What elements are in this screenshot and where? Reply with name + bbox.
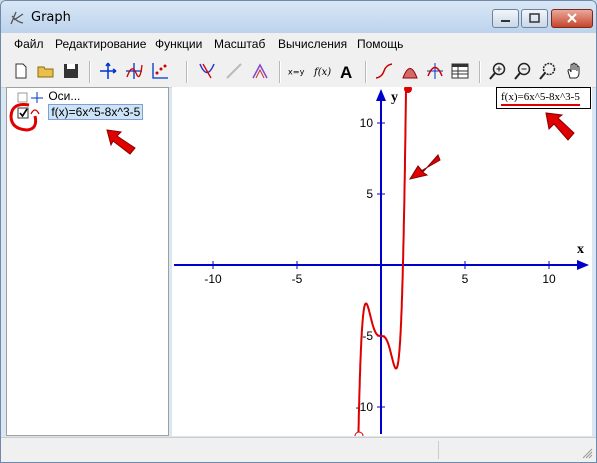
menu-edit[interactable]: Редактирование [55, 37, 146, 51]
graph-area[interactable]: -10 -5 5 10 10 5 -5 -10 x y [172, 85, 592, 441]
menu-zoom[interactable]: Масштаб [214, 37, 265, 51]
curve-endpoint-bottom [354, 431, 364, 441]
annotation-circle [9, 103, 38, 132]
minimize-button[interactable] [492, 9, 519, 28]
inserted-curve-button[interactable] [374, 61, 394, 81]
insert-function-icon [126, 63, 143, 79]
relation-icon [402, 68, 418, 79]
y-tick-label: 10 [360, 116, 374, 130]
new-file-icon [15, 63, 27, 79]
save-button[interactable] [61, 61, 81, 81]
axes-move-icon [100, 62, 117, 79]
pan-hand-icon [567, 62, 580, 79]
inserted-curve-icon [375, 63, 393, 79]
relation-button[interactable] [400, 61, 420, 81]
new-button[interactable] [11, 61, 31, 81]
x-axis-arrow [577, 260, 589, 270]
annotation-arrow-icon [106, 129, 136, 155]
insert-points-icon [152, 63, 168, 79]
y-axis-arrow [376, 89, 386, 101]
legend-annotation-arrow-icon [545, 112, 575, 141]
zoom-in-button[interactable] [488, 61, 508, 81]
zoom-window-icon [539, 62, 556, 80]
evaluate-button[interactable] [425, 61, 445, 81]
x-tick-label: -10 [204, 272, 222, 286]
axes-button[interactable] [98, 61, 118, 81]
shading-icon [226, 63, 242, 79]
insert-points-button[interactable] [150, 61, 170, 81]
app-window: Graph Файл Редактирование Функции Масшта… [0, 0, 597, 463]
legend-label: f(x)=6x^5-8x^3-5 [501, 91, 580, 106]
menu-functions[interactable]: Функции [155, 37, 202, 51]
maximize-button[interactable] [521, 9, 548, 28]
graph-app-icon [10, 11, 24, 25]
table-button[interactable] [450, 61, 470, 81]
curve-annotation-arrow-icon [408, 154, 441, 180]
pan-button[interactable] [564, 61, 584, 81]
menu-file[interactable]: Файл [14, 37, 44, 51]
tangent-icon [199, 63, 215, 79]
title-bar[interactable]: Graph [1, 1, 596, 33]
open-folder-icon [37, 66, 54, 78]
insert-function-button[interactable] [124, 61, 144, 81]
minimize-icon [501, 20, 510, 22]
y-tick-label: -5 [362, 329, 373, 343]
svg-text:x=y: x=y [288, 67, 305, 77]
save-icon [64, 64, 78, 78]
shading-button[interactable] [224, 61, 244, 81]
close-button[interactable] [551, 9, 593, 28]
maximize-icon [529, 13, 540, 23]
resize-grip-icon[interactable] [581, 447, 593, 459]
zoom-out-button[interactable] [513, 61, 533, 81]
status-divider [438, 441, 439, 459]
zoom-in-icon [489, 62, 506, 80]
xy-label-icon: x=y [288, 67, 305, 77]
menu-bar: Файл Редактирование Функции Масштаб Вычи… [1, 33, 596, 55]
graph-canvas[interactable]: -10 -5 5 10 105-5-10 x y [172, 85, 592, 441]
close-icon [567, 13, 577, 23]
svg-text:A: A [340, 63, 352, 81]
zoom-window-button[interactable] [538, 61, 558, 81]
x-tick-label: 5 [462, 272, 469, 286]
text-button[interactable]: A [338, 61, 358, 81]
toolbar: x=y f(x) A [1, 55, 596, 88]
window-title: Graph [31, 10, 71, 25]
function-list-panel: Оси... f(x)=6x^5-8x^3-5 [6, 87, 169, 436]
status-bar [1, 437, 596, 462]
zoom-out-icon [514, 62, 531, 80]
xy-label-button[interactable]: x=y [287, 61, 309, 81]
open-button[interactable] [36, 61, 56, 81]
x-tick-label: 10 [542, 272, 556, 286]
fx-icon: f(x) [313, 67, 331, 78]
menu-calculations[interactable]: Вычисления [278, 37, 347, 51]
menu-help[interactable]: Помощь [357, 37, 403, 51]
x-axis-label: x [577, 242, 584, 257]
fx-button[interactable]: f(x) [313, 61, 333, 81]
y-axis-label: y [391, 90, 398, 105]
y-tick-label: 5 [366, 187, 373, 201]
text-icon: A [340, 63, 352, 81]
legend-box: f(x)=6x^5-8x^3-5 [496, 87, 591, 109]
series-button[interactable] [250, 61, 270, 81]
tangent-button[interactable] [197, 61, 217, 81]
table-icon [451, 63, 469, 79]
function-label: f(x)=6x^5-8x^3-5 [48, 104, 144, 121]
x-tick-label: -5 [292, 272, 303, 286]
axes-label: Оси... [48, 89, 81, 104]
evaluate-icon [427, 63, 443, 79]
function-curve [357, 88, 408, 437]
svg-text:f(x): f(x) [313, 67, 331, 78]
series-icon [252, 63, 268, 79]
